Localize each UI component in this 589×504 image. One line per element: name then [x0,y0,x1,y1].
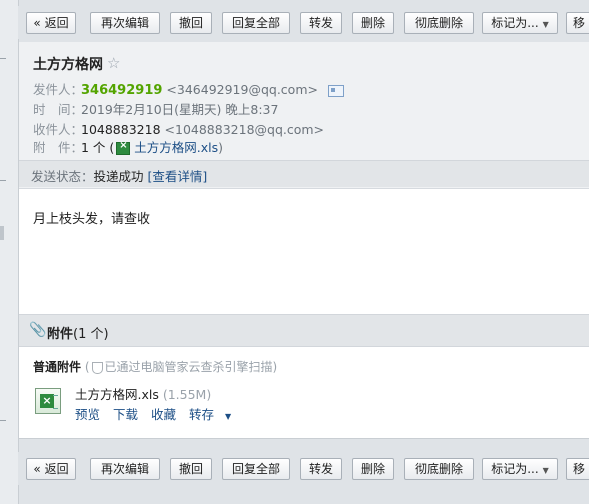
reedit-button[interactable]: 再次编辑 [90,12,160,34]
attachment-file-title[interactable]: 土方方格网.xls [75,387,159,402]
sidebar-tick [0,180,6,181]
transfer-dropdown[interactable]: 转存 ▼ [189,407,231,422]
attachment-close-paren: ) [218,140,224,155]
attachments-title-text: 附件 [47,327,74,342]
chevron-down-icon: ▼ [542,466,549,475]
back-button[interactable]: « 返回 [26,458,76,480]
top-toolbar: « 返回 再次编辑 撤回 回复全部 转发 删除 彻底删除 标记为... ▼ 移 [18,6,589,39]
attachment-row: 附 件：1 个 ( 土方方格网.xls) [33,137,223,156]
sidebar-tick [0,58,6,59]
bottom-toolbar: « 返回 再次编辑 撤回 回复全部 转发 删除 彻底删除 标记为... ▼ 移 [18,452,589,485]
forward-button[interactable]: 转发 [300,458,342,480]
recipient-email: <1048883218@qq.com> [164,122,325,137]
excel-lines [53,395,58,409]
excel-x-mark: × [40,394,54,408]
move-to-button[interactable]: 移 [566,12,589,34]
attachments-header: 📎 附件(1 个) [19,314,589,347]
mail-body: 月上枝头发，请查收 [33,212,151,227]
sender-row: 发件人：346492919 <346492919@qq.com> [33,79,344,98]
transfer-label: 转存 [189,407,215,422]
recall-button[interactable]: 撤回 [170,458,212,480]
forward-button[interactable]: 转发 [300,12,342,34]
sidebar-tick [0,420,6,421]
recipient-row: 收件人：1048883218 <1048883218@qq.com> [33,119,324,138]
attachments-title: 附件(1 个) [47,323,109,342]
preview-link[interactable]: 预览 [75,407,100,422]
mail-header: 土方方格网 ☆ 发件人：346492919 <346492919@qq.com>… [19,42,589,189]
recall-button[interactable]: 撤回 [170,12,212,34]
sender-name[interactable]: 346492919 [81,83,162,98]
move-to-button[interactable]: 移 [566,458,589,480]
sender-email: <346492919@qq.com> [166,82,318,97]
save-link[interactable]: 收藏 [151,407,176,422]
chevron-down-icon: ▼ [225,412,232,421]
attachment-actions: 预览 下载 收藏 转存 ▼ [75,404,240,423]
recipient-label: 收件人： [33,122,84,137]
time-value: 2019年2月10日(星期天) 晚上8:37 [81,102,279,117]
time-label: 时 间： [33,102,84,117]
mail-subject: 土方方格网 [33,57,103,73]
attachment-file-name: 土方方格网.xls (1.55M) [75,384,211,403]
send-status-bar: 发送状态：投递成功 [查看详情] [19,160,589,187]
attachment-file-size: (1.55M) [162,387,212,402]
send-status-label: 发送状态： [31,169,94,184]
shield-icon [91,361,103,374]
chevron-down-icon: ▼ [542,20,549,29]
mark-as-label: 标记为... [491,462,539,476]
star-outline-icon[interactable]: ☆ [107,54,120,72]
mark-as-label: 标记为... [491,16,539,30]
back-button[interactable]: « 返回 [26,12,76,34]
mark-as-dropdown[interactable]: 标记为... ▼ [482,458,558,480]
time-row: 时 间：2019年2月10日(星期天) 晚上8:37 [33,99,278,118]
reedit-button[interactable]: 再次编辑 [90,458,160,480]
mail-panel: 土方方格网 ☆ 发件人：346492919 <346492919@qq.com>… [18,42,589,439]
paperclip-icon: 📎 [29,322,47,338]
contact-card-icon[interactable] [327,84,344,97]
download-link[interactable]: 下载 [113,407,138,422]
recipient-name[interactable]: 1048883218 [81,122,161,137]
scan-note-open: ( [84,360,90,374]
delete-forever-button[interactable]: 彻底删除 [404,12,474,34]
attachment-label: 附 件： [33,140,84,155]
delete-button[interactable]: 删除 [352,12,394,34]
sidebar-marker [0,226,4,240]
view-details-link[interactable]: [查看详情] [148,169,208,184]
sender-label: 发件人： [33,82,84,97]
scan-note: 已通过电脑管家云查杀引擎扫描) [104,360,278,374]
reply-all-button[interactable]: 回复全部 [222,458,290,480]
send-status-value: 投递成功 [93,169,144,184]
normal-attachments-row: 普通附件 ( 已通过电脑管家云查杀引擎扫描) [33,358,277,375]
reply-all-button[interactable]: 回复全部 [222,12,290,34]
left-sidebar-edge [0,0,19,504]
send-status-row: 发送状态：投递成功 [查看详情] [31,166,207,185]
excel-file-icon [116,140,131,155]
attachment-link[interactable]: 土方方格网.xls [134,140,218,155]
attachment-count: 1 个 ( [81,140,115,155]
mark-as-dropdown[interactable]: 标记为... ▼ [482,12,558,34]
normal-attachments-label: 普通附件 [33,360,82,374]
delete-button[interactable]: 删除 [352,458,394,480]
excel-file-icon[interactable]: × [35,388,61,414]
delete-forever-button[interactable]: 彻底删除 [404,458,474,480]
attachments-count: (1 个) [73,327,109,342]
